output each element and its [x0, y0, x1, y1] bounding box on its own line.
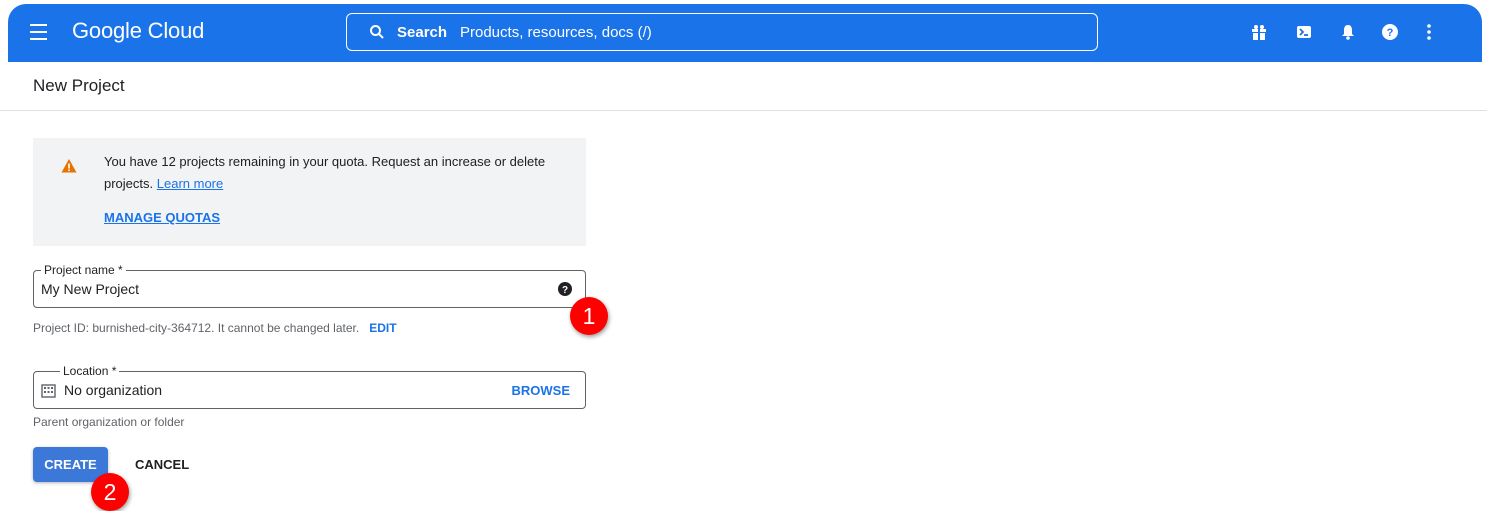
project-name-field[interactable]: Project name * My New Project ? [33, 263, 586, 308]
search-placeholder: Products, resources, docs (/) [460, 24, 652, 41]
cancel-button[interactable]: CANCEL [135, 457, 189, 472]
top-app-bar: Google Cloud Search Products, resources,… [8, 4, 1482, 62]
location-field[interactable]: Location * No organization BROWSE [33, 364, 586, 409]
svg-text:?: ? [1387, 27, 1394, 39]
search-label: Search [397, 24, 448, 41]
more-vert-icon[interactable] [1420, 23, 1438, 41]
browse-button[interactable]: BROWSE [512, 383, 571, 398]
search-bar[interactable]: Search Products, resources, docs (/) [346, 13, 1098, 51]
search-icon [370, 25, 384, 39]
help-icon[interactable]: ? [1381, 23, 1399, 41]
notifications-icon[interactable] [1339, 23, 1357, 41]
gift-icon[interactable] [1250, 23, 1268, 41]
page-header: New Project [0, 62, 1487, 111]
annotation-marker-2: 2 [91, 473, 129, 511]
location-hint: Parent organization or folder [33, 415, 185, 429]
building-icon [41, 384, 56, 398]
location-label: Location * [60, 364, 120, 378]
project-name-label: Project name * [41, 263, 126, 277]
project-name-value[interactable]: My New Project [41, 281, 139, 297]
location-value: No organization [64, 382, 163, 398]
page-title: New Project [33, 76, 125, 95]
google-cloud-logo[interactable]: Google Cloud [72, 18, 204, 44]
hamburger-menu-icon[interactable] [30, 21, 52, 43]
svg-text:?: ? [562, 285, 568, 296]
project-id-text: Project ID: burnished-city-364712. It ca… [33, 321, 360, 335]
annotation-marker-1: 1 [570, 297, 608, 335]
quota-banner: You have 12 projects remaining in your q… [33, 138, 586, 246]
learn-more-link[interactable]: Learn more [157, 176, 223, 191]
quota-message: You have 12 projects remaining in your q… [104, 151, 564, 195]
cloud-shell-icon[interactable] [1295, 23, 1313, 41]
edit-project-id-button[interactable]: EDIT [369, 321, 396, 335]
manage-quotas-link[interactable]: MANAGE QUOTAS [104, 210, 220, 225]
warning-icon [61, 159, 77, 173]
help-circle-icon[interactable]: ? [557, 281, 573, 297]
project-id-hint: Project ID: burnished-city-364712. It ca… [33, 321, 397, 335]
